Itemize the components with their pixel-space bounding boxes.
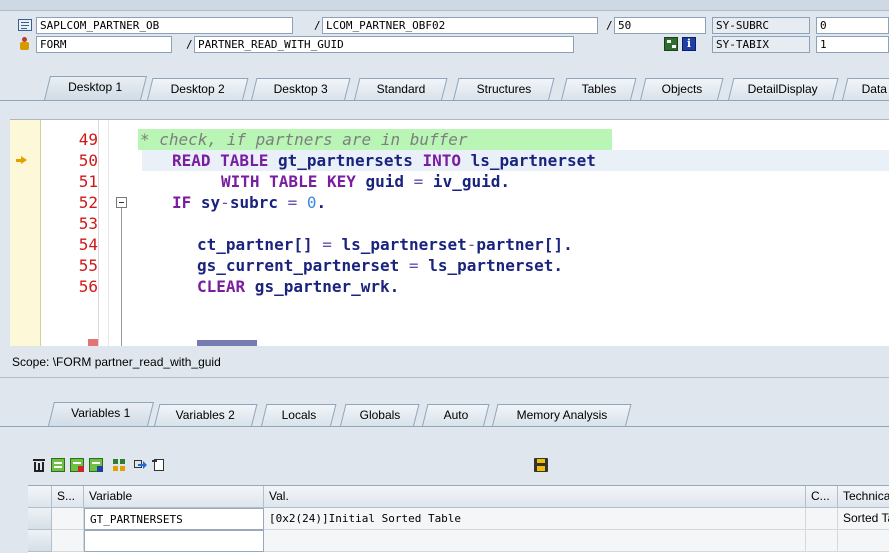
tab-desktop-2[interactable]: Desktop 2: [147, 78, 249, 100]
tab-locals[interactable]: Locals: [261, 404, 337, 426]
tab-globals[interactable]: Globals: [340, 404, 420, 426]
code-text: CLEAR gs_partner_wrk.: [197, 277, 400, 296]
line-number: 49: [78, 130, 98, 149]
column-header-variable[interactable]: Variable: [84, 486, 264, 508]
table-row-c: [806, 508, 838, 530]
tab-baseline: [0, 100, 889, 101]
table-row-technical-type: Sorted Tab: [838, 508, 889, 530]
include-field[interactable]: LCOM_PARTNER_OBF02: [322, 17, 598, 34]
code-line: 51 WITH TABLE KEY guid = iv_guid.: [10, 171, 889, 192]
tab-desktop-1[interactable]: Desktop 1: [44, 76, 147, 100]
variables-tabstrip: Variables 1 Variables 2 Locals Globals A…: [0, 402, 889, 426]
tab-objects[interactable]: Objects: [640, 78, 724, 100]
table-row-c: [806, 530, 838, 552]
code-text: IF sy-subrc = 0.: [172, 193, 327, 212]
change-icon[interactable]: [152, 458, 166, 472]
navigate-icon[interactable]: [132, 458, 147, 472]
line-number-field[interactable]: 50: [614, 17, 706, 34]
code-line: 52 IF sy-subrc = 0.: [10, 192, 889, 346]
program-icon: [18, 19, 32, 31]
line-number: 51: [78, 172, 98, 191]
line-number: 50: [78, 151, 98, 170]
table-row-value: [0x2(24)]Initial Sorted Table: [264, 508, 806, 530]
source-code-editor[interactable]: 49 * check, if partners are in buffer 50…: [10, 119, 889, 346]
tab-auto[interactable]: Auto: [422, 404, 490, 426]
column-header-c[interactable]: C...: [806, 486, 838, 508]
tab-detaildisplay[interactable]: DetailDisplay: [728, 78, 839, 100]
tab-variables-1[interactable]: Variables 1: [48, 402, 154, 426]
variables-grid[interactable]: S... Variable Val. C... Technical T GT_P…: [28, 485, 889, 553]
tab-memory-analysis[interactable]: Memory Analysis: [492, 404, 632, 426]
tab-variables-2[interactable]: Variables 2: [154, 404, 258, 426]
code-line: 54 ct_partner[] = ls_partnerset-partner[…: [10, 234, 889, 255]
tab-desktop-3[interactable]: Desktop 3: [251, 78, 351, 100]
code-line-current: 50 READ TABLE gt_partnersets INTO ls_par…: [10, 150, 889, 171]
info-icon[interactable]: i: [682, 37, 696, 51]
table-row-status: [52, 508, 84, 530]
slash-2: /: [606, 19, 613, 32]
tab-structures[interactable]: Structures: [453, 78, 555, 100]
sy-tabix-value[interactable]: 1: [816, 36, 889, 53]
tab-standard[interactable]: Standard: [354, 78, 448, 100]
title-strip: [0, 0, 889, 11]
scope-label: Scope: \FORM partner_read_with_guid: [12, 355, 221, 369]
code-text: ct_partner[] = ls_partnerset-partner[].: [197, 235, 573, 254]
variable-icon[interactable]: [51, 458, 65, 472]
code-line: 55 gs_current_partnerset = ls_partnerset…: [10, 255, 889, 276]
structure-icon[interactable]: [664, 37, 678, 51]
line-number: 55: [78, 256, 98, 275]
code-text-partial: [197, 340, 257, 346]
tab-data[interactable]: Data: [842, 78, 889, 100]
delete-icon[interactable]: [32, 458, 46, 472]
line-number: 52: [78, 193, 98, 212]
column-header-s[interactable]: S...: [52, 486, 84, 508]
table-row-variable[interactable]: GT_PARTNERSETS: [84, 508, 264, 530]
event-name-field[interactable]: PARTNER_READ_WITH_GUID: [194, 36, 574, 53]
line-number: 54: [78, 235, 98, 254]
sy-subrc-value[interactable]: 0: [816, 17, 889, 34]
line-number: 56: [78, 277, 98, 296]
slash-1: /: [314, 19, 321, 32]
column-header-technical-type[interactable]: Technical T: [838, 486, 889, 508]
desktop-tabstrip: Desktop 1 Desktop 2 Desktop 3 Standard S…: [0, 76, 889, 100]
code-text: WITH TABLE KEY guid = iv_guid.: [221, 172, 510, 191]
sy-tabix-label: SY-TABIX: [712, 36, 810, 53]
row-selector[interactable]: [28, 530, 52, 552]
tree-icon[interactable]: [112, 458, 126, 472]
column-header-value[interactable]: Val.: [264, 486, 806, 508]
line-number-partial: [88, 339, 98, 346]
table-row-variable[interactable]: [84, 530, 264, 552]
program-field[interactable]: SAPLCOM_PARTNER_OB: [36, 17, 293, 34]
line-number: 53: [78, 214, 98, 233]
save-icon[interactable]: [534, 458, 548, 472]
var-tab-baseline: [0, 426, 889, 427]
tab-tables[interactable]: Tables: [561, 78, 637, 100]
form-icon: [18, 37, 32, 51]
sy-subrc-label: SY-SUBRC: [712, 17, 810, 34]
fold-collapse-icon[interactable]: [116, 197, 127, 208]
code-line: 49 * check, if partners are in buffer: [10, 129, 889, 150]
code-text: * check, if partners are in buffer: [140, 130, 468, 149]
table-row-technical-type: [838, 530, 889, 552]
save-variables-icon[interactable]: [89, 458, 103, 472]
code-line: 53: [10, 213, 889, 234]
code-text: READ TABLE gt_partnersets INTO ls_partne…: [172, 151, 596, 170]
table-row-status: [52, 530, 84, 552]
code-text: gs_current_partnerset = ls_partnerset.: [197, 256, 564, 275]
slash-3: /: [186, 38, 193, 51]
code-line: 56 CLEAR gs_partner_wrk.: [10, 276, 889, 297]
table-row-value: [264, 530, 806, 552]
current-line-arrow-icon: [16, 156, 28, 165]
scope-divider: [0, 377, 889, 378]
row-selector[interactable]: [28, 508, 52, 530]
event-type-field[interactable]: FORM: [36, 36, 172, 53]
variable-add-icon[interactable]: [70, 458, 84, 472]
grid-corner[interactable]: [28, 486, 52, 508]
